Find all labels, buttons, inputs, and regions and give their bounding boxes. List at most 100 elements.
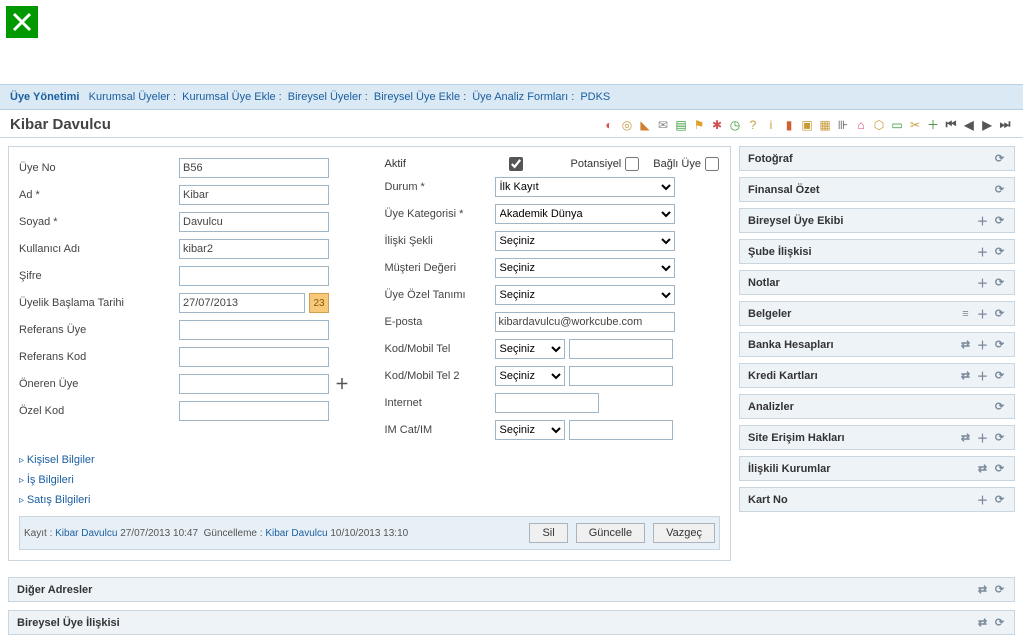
refresh-icon[interactable]: ⟳	[993, 245, 1006, 258]
uye-no-input[interactable]	[179, 158, 329, 178]
list-icon[interactable]: ≡	[959, 307, 972, 320]
sifre-input[interactable]	[179, 266, 329, 286]
cancel-button[interactable]: Vazgeç	[653, 523, 715, 543]
section-satis-bilgileri[interactable]: Satış Bilgileri	[19, 494, 720, 506]
refresh-icon[interactable]: ⟳	[993, 583, 1006, 596]
info-icon[interactable]: i	[763, 117, 779, 133]
plus-icon[interactable]: ＋	[976, 245, 989, 258]
ad-input[interactable]	[179, 185, 329, 205]
clock-icon[interactable]: ◷	[727, 117, 743, 133]
im-label: IM Cat/IM	[385, 424, 495, 436]
refresh-icon[interactable]: ⟳	[993, 400, 1006, 413]
aktif-checkbox[interactable]	[509, 157, 523, 171]
im-input[interactable]	[569, 420, 673, 440]
section-is-bilgileri[interactable]: İş Bilgileri	[19, 474, 720, 486]
plus-icon[interactable]: ＋	[976, 493, 989, 506]
refresh-icon[interactable]: ⟳	[993, 307, 1006, 320]
bc-link-uye-analiz[interactable]: Üye Analiz Formları	[472, 91, 568, 103]
next-icon[interactable]: ▶	[979, 117, 995, 133]
doc-icon[interactable]: ▭	[889, 117, 905, 133]
internet-input[interactable]	[495, 393, 599, 413]
guncelleme-user-link[interactable]: Kibar Davulcu	[265, 528, 327, 539]
refresh-icon[interactable]: ⟳	[993, 183, 1006, 196]
box-icon[interactable]: ▣	[799, 117, 815, 133]
globe-icon[interactable]: ◎	[619, 117, 635, 133]
swap-icon[interactable]: ⇄	[976, 583, 989, 596]
note-icon[interactable]: ▤	[673, 117, 689, 133]
uye-kategorisi-select[interactable]: Akademik Dünya	[495, 204, 675, 224]
swap-icon[interactable]: ⇄	[959, 338, 972, 351]
bc-link-pdks[interactable]: PDKS	[580, 91, 610, 103]
flag-icon[interactable]: ⚑	[691, 117, 707, 133]
bug-icon[interactable]: ✱	[709, 117, 725, 133]
refresh-icon[interactable]: ⟳	[993, 462, 1006, 475]
kayit-user-link[interactable]: Kibar Davulcu	[55, 528, 117, 539]
swap-icon[interactable]: ⇄	[959, 431, 972, 444]
kod-tel2-select[interactable]: Seçiniz	[495, 366, 565, 386]
kullanici-input[interactable]	[179, 239, 329, 259]
plus-icon[interactable]: ＋	[976, 214, 989, 227]
oneren-uye-input[interactable]	[179, 374, 329, 394]
home-icon[interactable]: ⌂	[853, 117, 869, 133]
last-icon[interactable]: ⏭	[997, 117, 1013, 133]
referans-uye-input[interactable]	[179, 320, 329, 340]
add-icon[interactable]: ＋	[925, 117, 941, 133]
send-icon[interactable]: ◣	[637, 117, 653, 133]
iliski-sekli-select[interactable]: Seçiniz	[495, 231, 675, 251]
mail-icon[interactable]: ✉	[655, 117, 671, 133]
bc-link-kurumsal-uye-ekle[interactable]: Kurumsal Üye Ekle	[182, 91, 276, 103]
potansiyel-checkbox[interactable]	[625, 157, 639, 171]
uye-no-label: Üye No	[19, 162, 179, 174]
delete-button[interactable]: Sil	[529, 523, 567, 543]
musteri-degeri-select[interactable]: Seçiniz	[495, 258, 675, 278]
soyad-input[interactable]	[179, 212, 329, 232]
cut-icon[interactable]: ✂	[907, 117, 923, 133]
grid-icon[interactable]: ▦	[817, 117, 833, 133]
prev-icon[interactable]: ◀	[961, 117, 977, 133]
plus-icon[interactable]: ＋	[976, 338, 989, 351]
bc-link-bireysel-uyeler[interactable]: Bireysel Üyeler	[288, 91, 362, 103]
plus-icon[interactable]: ＋	[976, 276, 989, 289]
help-icon[interactable]: ?	[745, 117, 761, 133]
uyelik-tarih-input[interactable]	[179, 293, 305, 313]
kod-tel-input[interactable]	[569, 339, 673, 359]
refresh-icon[interactable]: ⟳	[993, 214, 1006, 227]
ozel-kod-input[interactable]	[179, 401, 329, 421]
panel-kart-no: Kart No＋⟳	[739, 487, 1015, 512]
plus-icon[interactable]: ＋	[976, 369, 989, 382]
refresh-icon[interactable]: ⟳	[993, 493, 1006, 506]
update-button[interactable]: Güncelle	[576, 523, 645, 543]
refresh-icon[interactable]: ⟳	[993, 152, 1006, 165]
referans-kod-input[interactable]	[179, 347, 329, 367]
bagli-uye-checkbox[interactable]	[705, 157, 719, 171]
hands-icon[interactable]: ⬡	[871, 117, 887, 133]
plus-icon[interactable]: ＋	[976, 431, 989, 444]
kod-tel2-input[interactable]	[569, 366, 673, 386]
bagli-uye-label: Bağlı Üye	[653, 158, 701, 170]
first-icon[interactable]: ⏮	[943, 117, 959, 133]
refresh-icon[interactable]: ⟳	[993, 431, 1006, 444]
panel-bireysel-ye-ekibi: Bireysel Üye Ekibi＋⟳	[739, 208, 1015, 233]
eposta-input[interactable]	[495, 312, 675, 332]
refresh-icon[interactable]: ⟳	[993, 338, 1006, 351]
building-icon[interactable]: ▮	[781, 117, 797, 133]
barcode-icon[interactable]: ⊪	[835, 117, 851, 133]
refresh-icon[interactable]: ⟳	[993, 369, 1006, 382]
swap-icon[interactable]: ⇄	[959, 369, 972, 382]
kod-tel-select[interactable]: Seçiniz	[495, 339, 565, 359]
oneren-uye-label: Öneren Üye	[19, 378, 179, 390]
refresh-icon[interactable]: ⟳	[993, 276, 1006, 289]
im-cat-select[interactable]: Seçiniz	[495, 420, 565, 440]
plus-icon[interactable]: ＋	[976, 307, 989, 320]
bc-link-kurumsal-uyeler[interactable]: Kurumsal Üyeler	[89, 91, 170, 103]
bc-link-bireysel-uye-ekle[interactable]: Bireysel Üye Ekle	[374, 91, 460, 103]
add-oneren-icon[interactable]: ＋	[333, 375, 351, 393]
swap-icon[interactable]: ⇄	[976, 616, 989, 629]
swap-icon[interactable]: ⇄	[976, 462, 989, 475]
durum-select[interactable]: İlk Kayıt	[495, 177, 675, 197]
calendar-icon[interactable]: 23	[309, 293, 329, 313]
pie-chart-icon[interactable]: ◐	[601, 117, 617, 133]
uye-ozel-tanim-select[interactable]: Seçiniz	[495, 285, 675, 305]
section-kisisel-bilgiler[interactable]: Kişisel Bilgiler	[19, 454, 720, 466]
refresh-icon[interactable]: ⟳	[993, 616, 1006, 629]
